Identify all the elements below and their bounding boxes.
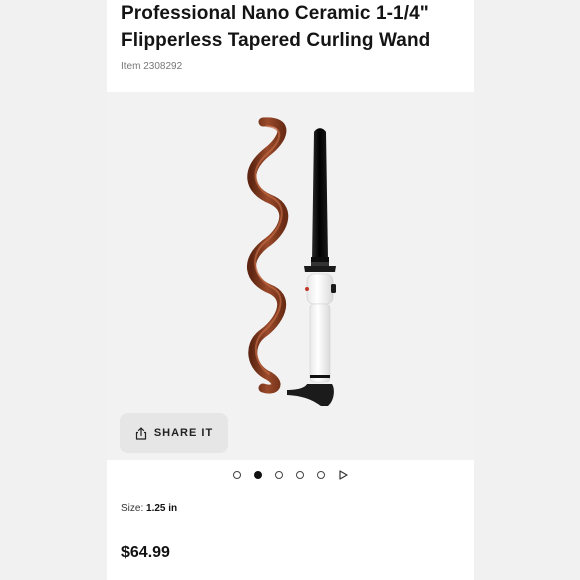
image-gallery[interactable]: SHARE IT <box>107 92 474 460</box>
gallery-pagination <box>107 468 474 482</box>
size-info: Size: 1.25 in <box>121 503 177 514</box>
size-value: 1.25 in <box>146 503 178 514</box>
item-number: Item 2308292 <box>121 61 183 72</box>
product-image <box>246 117 336 406</box>
product-page: Professional Nano Ceramic 1-1/4" Flipper… <box>107 0 474 580</box>
share-icon <box>135 426 146 440</box>
share-button-label: SHARE IT <box>153 427 214 439</box>
share-button[interactable]: SHARE IT <box>120 413 228 453</box>
product-price: $64.99 <box>121 544 170 561</box>
product-title-line-1: Professional Nano Ceramic 1-1/4" <box>121 3 429 24</box>
play-icon[interactable] <box>338 470 348 480</box>
gallery-dot-2[interactable] <box>254 471 262 479</box>
hair-curl <box>246 117 289 394</box>
product-title: Professional Nano Ceramic 1-1/4" Flipper… <box>121 0 466 54</box>
product-title-line-2: Flipperless Tapered Curling Wand <box>121 30 431 51</box>
size-label: Size: <box>121 503 144 514</box>
curling-wand <box>287 128 336 406</box>
gallery-dot-4[interactable] <box>296 471 304 479</box>
gallery-dot-3[interactable] <box>275 471 283 479</box>
gallery-dot-5[interactable] <box>317 471 325 479</box>
gallery-dot-1[interactable] <box>233 471 241 479</box>
